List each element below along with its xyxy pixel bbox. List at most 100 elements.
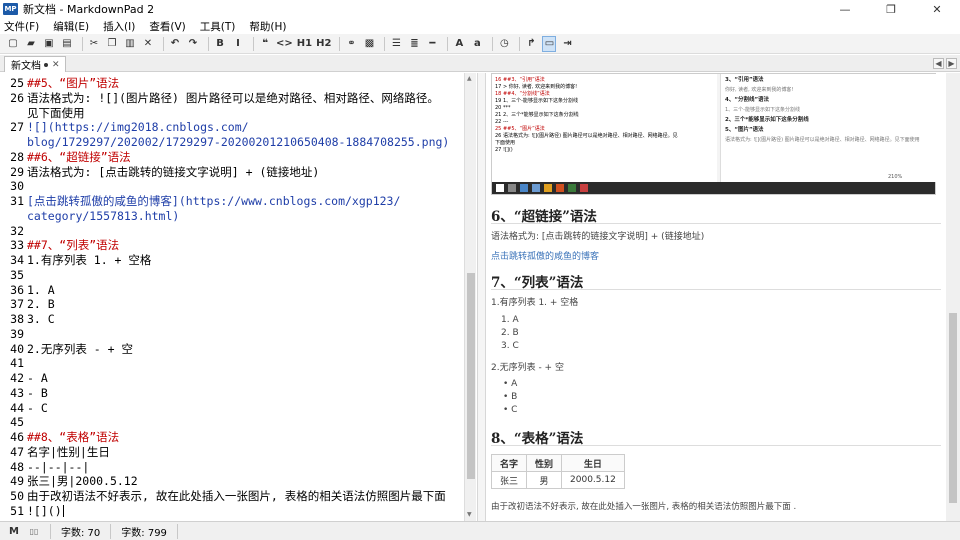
unordered-list-button[interactable]: ☰ [389,36,403,52]
editor-scrollbar[interactable]: ▲ ▼ [464,73,476,521]
scroll-down-icon[interactable]: ▼ [467,511,472,518]
tab-scroll-left-icon[interactable]: ◀ [933,58,944,69]
image-button[interactable]: ▩ [362,36,376,52]
h1-button[interactable]: H1 [297,36,312,52]
new-file-button[interactable]: ▢ [6,36,20,52]
line-number: 26 [10,90,24,105]
tab-close-icon[interactable]: ✕ [52,60,60,70]
markdown-icon[interactable]: M [8,525,20,537]
preview-window-button[interactable]: ▭ [542,35,557,52]
tab-new-document[interactable]: 新文档 ✕ [4,56,66,72]
export-button[interactable]: ⇥ [560,36,574,52]
line-text: 语法格式为: [点击跳转的链接文字说明] + (链接地址) [27,164,320,179]
h2-button[interactable]: H2 [316,36,331,52]
italic-button[interactable]: I [231,36,245,52]
editor-line[interactable]: 50 由于改初语法不好表示, 故在此处插入一张图片, 表格的相关语法仿照图片最下面 [0,488,464,504]
editor-line[interactable]: 见下面使用 [0,105,464,121]
editor-line[interactable]: 49 张三|男|2000.5.12 [0,473,464,489]
copy-button[interactable]: ❐ [105,36,119,52]
editor-line[interactable]: 25 ##5、“图片”语法 [0,75,464,91]
editor-line[interactable]: 37 2. B [0,296,464,312]
editor-line[interactable]: 47 名字|性别|生日 [0,444,464,460]
line-number: 36 [10,282,24,297]
editor-line[interactable]: 42- A [0,370,464,386]
link-button[interactable]: ⚭ [344,36,358,52]
preview-scroll-thumb[interactable] [949,313,957,503]
editor-line[interactable]: 41 [0,355,464,371]
editor-line[interactable]: 30 [0,178,464,194]
restore-button[interactable]: ❐ [868,0,914,18]
bold-button[interactable]: B [213,36,227,52]
minimize-button[interactable]: — [822,0,868,18]
pane-splitter[interactable] [477,73,486,521]
scroll-up-icon[interactable]: ▲ [467,75,472,82]
editor-line[interactable]: 27 ![](https://img2018.cnblogs.com/ [0,119,464,135]
editor-line[interactable]: 36 1. A [0,282,464,298]
menu-view[interactable]: 查看(V) [149,19,185,34]
editor-line[interactable]: 35 [0,267,464,283]
lowercase-button[interactable]: a [470,36,484,52]
editor-line[interactable]: 39 [0,326,464,342]
editor-line[interactable]: 29 语法格式为: [点击跳转的链接文字说明] + (链接地址) [0,164,464,180]
menu-file[interactable]: 文件(F) [4,19,39,34]
editor-line[interactable]: 28 ##6、“超链接”语法 [0,149,464,165]
line-text: - A [27,371,48,385]
markdown-editor[interactable]: 25 ##5、“图片”语法 26 语法格式为: ![](图片路径) 图片路径可以是绝对… [0,73,464,521]
open-folder-button[interactable]: ▰ [24,36,38,52]
redo-button[interactable]: ↷ [186,36,200,52]
editor-line[interactable]: 26 语法格式为: ![](图片路径) 图片路径可以是绝对路径、相对路径、网络路径… [0,90,464,106]
undo-button[interactable]: ↶ [168,36,182,52]
code-button[interactable]: <> [276,36,293,52]
line-number: 31 [10,194,24,208]
cut-button[interactable]: ✂ [87,36,101,52]
preview-heading-list: 7、“列表”语法 [491,275,584,291]
screenshot-taskbar [492,182,935,194]
line-number: 48 [10,459,24,474]
line-number: 39 [10,326,24,341]
line-text: --|--|--| [27,459,90,474]
editor-line[interactable]: 33 ##7、“列表”语法 [0,237,464,253]
editor-line[interactable]: 44- C [0,400,464,416]
timestamp-button[interactable]: ◷ [497,36,511,52]
uppercase-button[interactable]: A [452,36,466,52]
horizontal-rule-button[interactable]: ━ [425,36,439,52]
unordered-list-item: • C [503,405,517,415]
preview-link[interactable]: 点击跳转孤傲的咸鱼的博客 [491,249,599,262]
line-number: 40 [10,341,24,356]
editor-scroll-thumb[interactable] [467,273,475,479]
editor-line[interactable]: 34 1.有序列表 1. + 空格 [0,252,464,268]
ordered-list-item: 2. B [501,328,519,338]
tab-scroll-right-icon[interactable]: ▶ [946,58,957,69]
menu-tools[interactable]: 工具(T) [200,19,236,34]
editor-line[interactable]: 45 [0,414,464,430]
taskbar-app-icon [580,184,588,192]
menu-insert[interactable]: 插入(I) [103,19,135,34]
book-icon[interactable]: ▯▯ [28,525,40,537]
menu-edit[interactable]: 编辑(E) [53,19,89,34]
word-count: 字数: 70 [61,527,101,539]
editor-line[interactable]: 32 [0,223,464,239]
editor-line[interactable]: 48 --|--|--| [0,459,464,475]
editor-line[interactable]: category/1557813.html) [0,208,464,224]
editor-line[interactable]: 40 2.无序列表 - + 空 [0,341,464,357]
preview-scrollbar[interactable] [946,73,960,521]
toolbar: ▢ ▰ ▣ ▤ ✂ ❐ ▥ ✕ ↶ ↷ B I ❝ <> H1 H2 ⚭ ▩ ☰ ≣ ━ Aa ◷ ↱ ▭ ⇥ [0,34,960,54]
editor-line[interactable]: 46 ##8、“表格”语法 [0,429,464,445]
save-button[interactable]: ▣ [42,36,56,52]
paste-button[interactable]: ▥ [123,36,137,52]
line-number: 37 [10,297,24,312]
save-all-button[interactable]: ▤ [60,36,74,52]
editor-line[interactable]: 51 ![]() [0,503,464,519]
menu-help[interactable]: 帮助(H) [249,19,286,34]
quote-button[interactable]: ❝ [258,36,272,52]
heading-rule [491,223,941,224]
editor-line[interactable]: 38 3. C [0,311,464,327]
editor-line[interactable]: 31 [点击跳转孤傲的咸鱼的博客](https://www.cnblogs.com… [0,193,464,209]
editor-line[interactable]: blog/1729297/202002/1729297-202002012106… [0,134,464,150]
ordered-list-button[interactable]: ≣ [407,36,421,52]
live-preview-button[interactable]: ↱ [524,36,538,52]
close-window-button[interactable]: ✕ [914,0,960,18]
editor-line[interactable]: 43- B [0,385,464,401]
status-bar: M ▯▯ 字数: 70 字数: 799 [0,521,960,540]
clear-button[interactable]: ✕ [141,36,155,52]
